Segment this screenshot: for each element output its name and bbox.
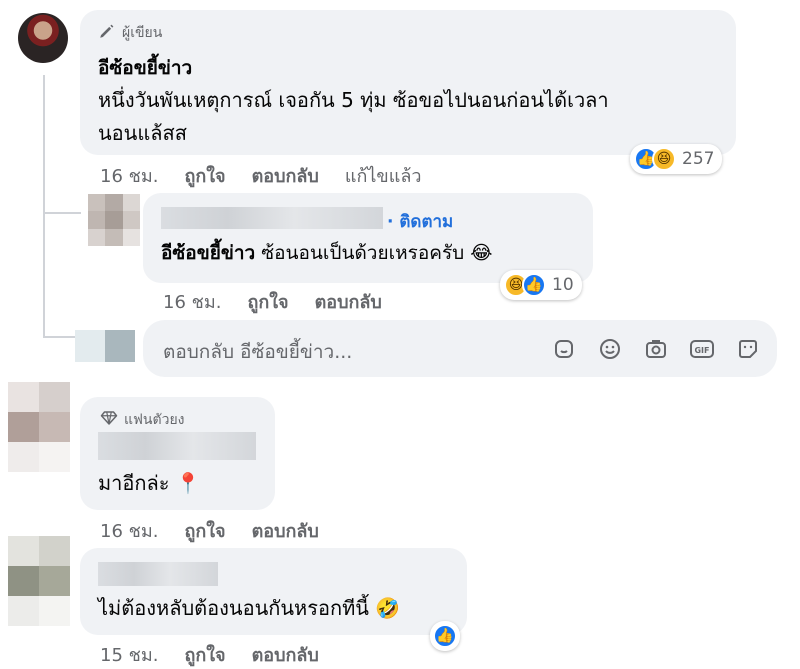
reply-button[interactable]: ตอบกลับ	[252, 516, 319, 545]
reply-text: อีซ้อขยี้ข่าว ซ้อนอนเป็นด้วยเหรอครับ 😂	[161, 237, 492, 270]
comment-author[interactable]: อีซ้อขยี้ข่าว	[98, 53, 192, 83]
redacted-name	[98, 562, 218, 586]
thread-branch	[43, 336, 75, 338]
sticker-icon[interactable]	[551, 336, 577, 362]
reply-button[interactable]: ตอบกลับ	[315, 287, 382, 316]
redacted-name	[98, 432, 256, 460]
avatar[interactable]	[8, 536, 70, 626]
reaction-summary[interactable]: 😆 👍 10	[500, 270, 582, 300]
like-reaction-icon: 👍	[522, 273, 546, 297]
comment-bubble: ผู้เขียน อีซ้อขยี้ข่าว หนึ่งวันพันเหตุกา…	[80, 10, 736, 155]
avatar[interactable]	[88, 194, 140, 246]
reply-body: ซ้อนอนเป็นด้วยเหรอครับ	[261, 242, 465, 264]
comment-text-line: นอนแล้สส	[98, 121, 187, 145]
redacted-name	[161, 207, 383, 229]
input-toolbar: GIF	[551, 336, 761, 362]
like-button[interactable]: ถูกใจ	[247, 287, 288, 316]
like-button[interactable]: ถูกใจ	[184, 161, 225, 190]
camera-icon[interactable]	[643, 336, 669, 362]
rofl-emoji: 🤣	[375, 596, 401, 620]
comment-text: ไม่ต้องหลับต้องนอนกันหรอกทีนี้ 🤣	[98, 592, 400, 625]
reply-button[interactable]: ตอบกลับ	[252, 161, 319, 190]
author-badge: ผู้เขียน	[98, 22, 162, 44]
comment-actions: 16 ชม. ถูกใจ ตอบกลับ	[163, 287, 408, 316]
author-badge-label: ผู้เขียน	[122, 25, 163, 41]
comment-text-line: หนึ่งวันพันเหตุการณ์ เจอกัน 5 ทุ่ม ซ้อขอ…	[98, 88, 609, 112]
reaction-summary[interactable]: 👍 😆 257	[630, 144, 723, 174]
comment-actions: 16 ชม. ถูกใจ ตอบกลับ แก้ไขแล้ว	[100, 161, 447, 190]
reply-placeholder: ตอบกลับ อีซ้อขยี้ข่าว...	[163, 341, 353, 363]
emoji-icon[interactable]	[597, 336, 623, 362]
reply-button[interactable]: ตอบกลับ	[252, 640, 319, 669]
sticker-face-icon[interactable]	[735, 336, 761, 362]
comment-body: ไม่ต้องหลับต้องนอนกันหรอกทีนี้	[98, 596, 369, 620]
timestamp[interactable]: 16 ชม.	[100, 161, 158, 190]
haha-reaction-icon: 😆	[652, 147, 676, 171]
comment-actions: 16 ชม. ถูกใจ ตอบกลับ	[100, 516, 345, 545]
comment-actions: 15 ชม. ถูกใจ ตอบกลับ	[100, 640, 345, 669]
thread-line	[43, 75, 45, 337]
avatar[interactable]	[8, 382, 70, 472]
comment-bubble: แฟนตัวยง มาอีกล่ะ 📍	[80, 397, 275, 510]
laugh-emoji: 😂	[470, 242, 493, 264]
diamond-icon	[100, 410, 118, 430]
timestamp[interactable]: 15 ชม.	[100, 640, 158, 669]
like-reaction-icon: 👍	[433, 624, 457, 648]
avatar[interactable]	[18, 13, 68, 63]
fan-badge-label: แฟนตัวยง	[124, 412, 185, 428]
mention-link[interactable]: อีซ้อขยี้ข่าว	[161, 242, 255, 264]
edited-label[interactable]: แก้ไขแล้ว	[345, 161, 422, 190]
svg-text:GIF: GIF	[694, 346, 709, 355]
avatar	[75, 330, 135, 362]
fan-badge: แฟนตัวยง	[100, 409, 185, 431]
comment-text: มาอีกล่ะ 📍	[98, 467, 201, 500]
comment-text: หนึ่งวันพันเหตุการณ์ เจอกัน 5 ทุ่ม ซ้อขอ…	[98, 84, 609, 150]
like-button[interactable]: ถูกใจ	[184, 640, 225, 669]
reaction-count: 10	[552, 275, 574, 295]
comment-body: มาอีกล่ะ	[98, 471, 170, 495]
timestamp[interactable]: 16 ชม.	[163, 287, 221, 316]
gif-icon[interactable]: GIF	[689, 336, 715, 362]
reaction-summary[interactable]: 👍	[430, 621, 460, 651]
timestamp[interactable]: 16 ชม.	[100, 516, 158, 545]
reply-input[interactable]: ตอบกลับ อีซ้อขยี้ข่าว... GIF	[143, 320, 777, 377]
reaction-count: 257	[682, 149, 715, 169]
pencil-icon	[98, 22, 116, 44]
like-button[interactable]: ถูกใจ	[184, 516, 225, 545]
thread-branch	[43, 212, 81, 214]
pin-emoji: 📍	[175, 471, 201, 495]
follow-link[interactable]: · ติดตาม	[387, 208, 453, 235]
comment-bubble: ไม่ต้องหลับต้องนอนกันหรอกทีนี้ 🤣	[80, 548, 467, 635]
